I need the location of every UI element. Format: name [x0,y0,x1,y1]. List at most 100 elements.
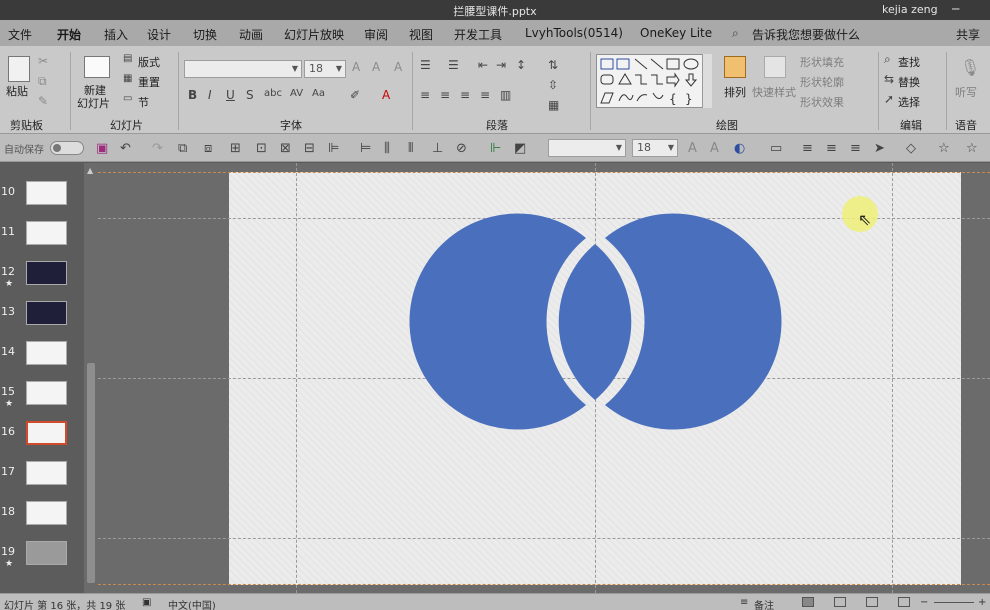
slide-thumbnails-pane[interactable]: 10 11 12 ★ 13 14 15 ★ 16 17 18 19 ★ [0,163,84,593]
slide-thumbnail-item[interactable]: 14 [0,341,84,379]
tab-slideshow[interactable]: 幻灯片放映 [284,26,344,43]
strikethrough-icon[interactable]: abc [264,88,282,99]
dictate-button[interactable]: 听写 [955,84,977,100]
bold-icon[interactable]: B [188,88,197,102]
slideshow-view-icon[interactable] [898,597,910,607]
align-icon[interactable]: ⊞ [230,141,241,156]
slide-thumbnail-item[interactable]: 17 [0,461,84,499]
arrange-button[interactable]: 排列 [724,84,746,100]
center-text-icon[interactable]: ≡ [826,141,837,156]
qab-size-combo[interactable]: 18 ▼ [632,139,678,157]
quick-styles-icon[interactable] [764,56,786,78]
redo-icon[interactable]: ↷ [152,141,163,156]
notes-button[interactable]: 备注 [754,597,774,610]
zoom-in-icon[interactable]: + [978,597,986,608]
tell-me-search[interactable]: 告诉我您想要做什么 [752,26,860,43]
align-right-icon[interactable]: ≡ [460,88,470,102]
eyedropper-icon[interactable]: ◇ [906,141,916,156]
align-left-tool-icon[interactable]: ⊫ [328,141,339,156]
underline-icon[interactable]: U [226,88,235,102]
decrease-font-icon[interactable]: A [372,60,380,74]
ungroup-icon[interactable]: ⧈ [204,141,212,156]
zoom-out-icon[interactable]: − [920,597,928,608]
numbering-icon[interactable]: ☰ [448,58,459,72]
shapes-gallery[interactable]: { } [596,54,712,108]
select-pointer-icon[interactable]: ➤ [874,141,885,156]
justify-icon[interactable]: ≡ [480,88,490,102]
microphone-icon[interactable]: 🎙 [960,58,980,77]
tab-design[interactable]: 设计 [147,26,171,43]
slide-thumbnail[interactable] [26,221,67,245]
share-button[interactable]: 共享 [956,26,980,43]
align-left-text-icon[interactable]: ≡ [802,141,813,156]
slide-thumbnail[interactable] [26,341,67,365]
copy-icon[interactable]: ⧉ [38,74,47,89]
autosave-toggle[interactable] [50,141,84,155]
slide-thumbnail[interactable] [26,501,67,525]
sorter-view-icon[interactable] [834,597,846,607]
tab-lvyhtools[interactable]: LvyhTools(0514) [525,26,623,40]
crop-icon[interactable]: ⊡ [256,141,267,156]
slide-thumbnail[interactable] [26,421,67,445]
line-spacing-icon[interactable]: ↕ [516,58,526,72]
tab-animations[interactable]: 动画 [239,26,263,43]
quick-styles-button[interactable]: 快速样式 [752,84,796,100]
text-direction-icon[interactable]: ⇅ [548,58,558,72]
tab-review[interactable]: 审阅 [364,26,388,43]
slide-thumbnail[interactable] [26,461,67,485]
shape-outline-button[interactable]: 形状轮廓 [800,74,844,90]
slide-thumbnail[interactable] [26,541,67,565]
slide-thumbnail-item[interactable]: 12 ★ [0,261,84,299]
font-color-icon[interactable]: A [382,88,390,102]
arrange-icon[interactable] [724,56,746,78]
language-indicator[interactable]: 中文(中国) [168,597,216,610]
slide-thumbnail[interactable] [26,301,67,325]
highlight-icon[interactable]: ✐ [350,88,360,102]
italic-icon[interactable]: I [208,88,212,102]
smartart-icon[interactable]: ▦ [548,98,559,112]
change-case-icon[interactable]: Aa [312,88,325,99]
section-button[interactable]: 节 [138,94,149,110]
align-center-icon[interactable]: ≡ [440,88,450,102]
tab-developer[interactable]: 开发工具 [454,26,502,43]
tab-file[interactable]: 文件 [8,26,32,43]
reading-view-icon[interactable] [866,597,878,607]
slide-thumbnail-item[interactable]: 18 [0,501,84,539]
grow-font-icon[interactable]: A [688,141,697,156]
paste-button[interactable]: 粘贴 [6,83,28,99]
slide-thumbnail-item[interactable]: 10 [0,181,84,219]
spellcheck-icon[interactable]: ▣ [142,597,151,608]
reset-button[interactable]: 重置 [138,74,160,90]
user-name[interactable]: kejia zeng [882,3,938,16]
shrink-font-icon[interactable]: A [710,141,719,156]
bullets-icon[interactable]: ☰ [420,58,431,72]
scroll-up-icon[interactable]: ▲ [87,166,93,175]
save-icon[interactable]: ▣ [96,141,108,156]
tab-insert[interactable]: 插入 [104,26,128,43]
char-spacing-icon[interactable]: AV [290,88,303,99]
shape-fill-button[interactable]: 形状填充 [800,54,844,70]
resize-icon[interactable]: ⊠ [280,141,291,156]
slide-thumbnail-item[interactable]: 15 ★ [0,381,84,419]
decrease-indent-icon[interactable]: ⇤ [478,58,488,72]
cut-icon[interactable]: ✂ [38,54,48,68]
slide-thumbnail-item[interactable]: 13 [0,301,84,339]
select-button[interactable]: 选择 [898,94,920,110]
paste-icon[interactable] [8,56,30,82]
venn-diagram[interactable] [229,172,961,585]
increase-indent-icon[interactable]: ⇥ [496,58,506,72]
qab-font-combo[interactable]: ▼ [548,139,626,157]
tab-onekey[interactable]: OneKey Lite [640,26,712,40]
normal-view-icon[interactable] [802,597,814,607]
slide-thumbnail[interactable] [26,261,67,285]
slide-thumbnail[interactable] [26,181,67,205]
venn-intersection-shape[interactable] [558,244,632,400]
shadow-icon[interactable]: S [246,88,254,102]
scroll-thumb[interactable] [87,363,95,583]
replace-button[interactable]: 替换 [898,74,920,90]
undo-icon[interactable]: ↶ [120,141,131,156]
thumbnails-scrollbar[interactable]: ▲ [84,163,98,593]
align-right-text-icon[interactable]: ≡ [850,141,861,156]
fill-icon[interactable]: ◩ [514,141,526,156]
venn-right-shape[interactable] [605,213,782,430]
